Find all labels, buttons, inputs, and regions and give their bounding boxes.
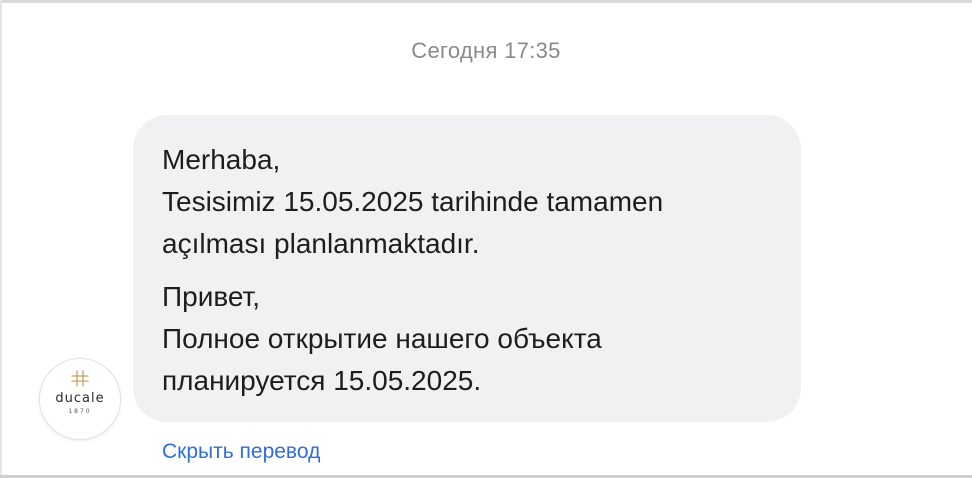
- left-divider: [0, 0, 2, 478]
- ducale-logo-icon: ducale 1870: [55, 370, 104, 415]
- message-original-text: Merhaba, Tesisimiz 15.05.2025 tarihinde …: [162, 139, 777, 265]
- message-line: Привет,: [162, 281, 261, 312]
- top-divider: [0, 0, 972, 3]
- avatar-logo-text: ducale: [55, 391, 104, 406]
- message-bubble[interactable]: Merhaba, Tesisimiz 15.05.2025 tarihinde …: [133, 115, 801, 422]
- message-translated-text: Привет, Полное открытие нашего объекта п…: [162, 276, 777, 402]
- message-line: Полное открытие нашего объекта: [162, 323, 602, 354]
- message-line: açılması planlanmaktadır.: [162, 228, 480, 259]
- message-line: Tesisimiz 15.05.2025 tarihinde tamamen: [162, 186, 664, 217]
- message-line: планируется 15.05.2025.: [162, 365, 482, 396]
- message-timestamp: Сегодня 17:35: [411, 38, 561, 63]
- message-line: Merhaba,: [162, 144, 281, 175]
- avatar-logo-subtext: 1870: [68, 408, 91, 415]
- hide-translation-link[interactable]: Скрыть перевод: [162, 440, 320, 464]
- sender-avatar[interactable]: ducale 1870: [39, 358, 121, 440]
